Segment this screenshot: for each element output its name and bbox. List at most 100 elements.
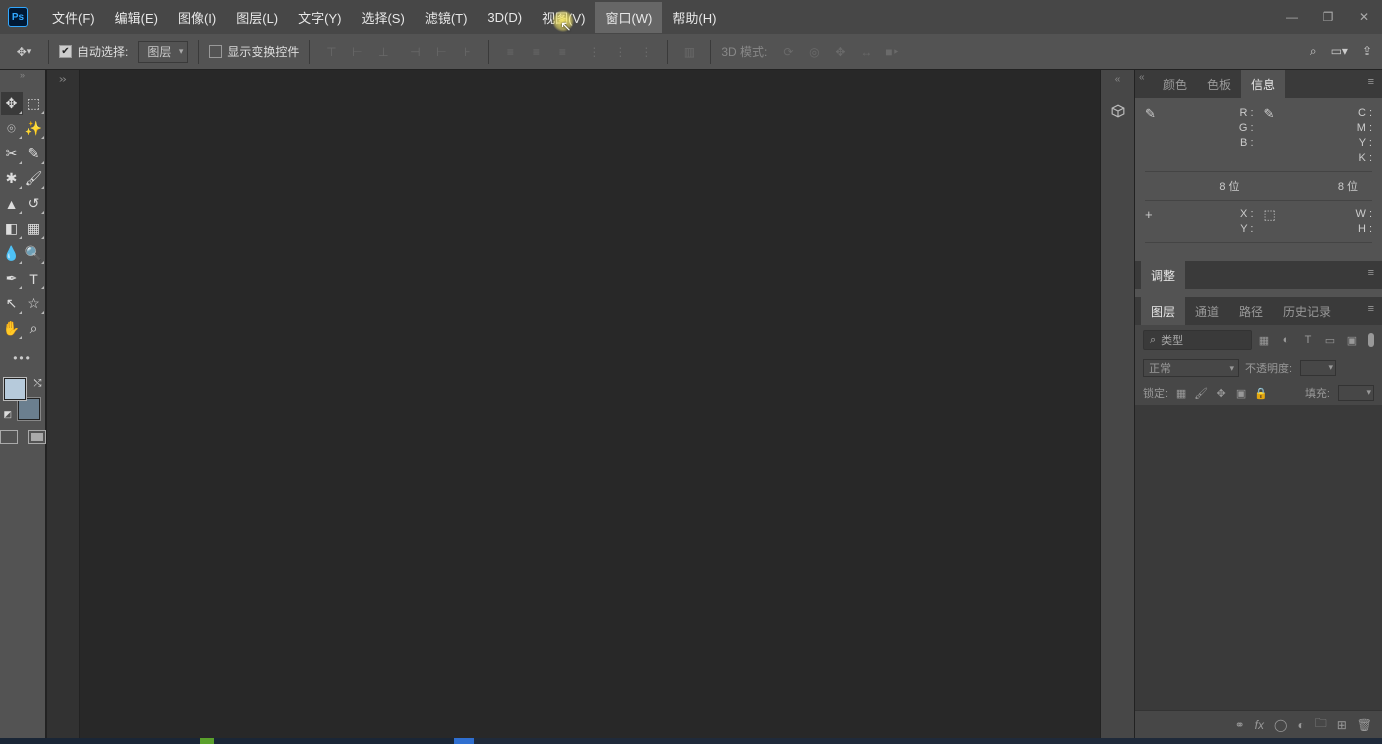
brush-tool[interactable]: 🖌 <box>23 167 45 190</box>
dist-hcenter-icon[interactable]: ⋮ <box>609 41 631 63</box>
dist-left-icon[interactable]: ⋮ <box>583 41 605 63</box>
adjustment-layer-icon[interactable]: ◐ <box>1297 718 1304 732</box>
crop-tool[interactable]: ✂ <box>1 142 23 165</box>
filter-shape-icon[interactable]: ▭ <box>1322 334 1338 347</box>
lock-position-icon[interactable]: ✥ <box>1214 387 1228 400</box>
canvas-area[interactable] <box>80 70 1100 738</box>
menu-select[interactable]: 选择(S) <box>351 2 414 33</box>
menu-layer[interactable]: 图层(L) <box>226 2 288 33</box>
3d-pan-icon[interactable]: ✥ <box>829 41 851 63</box>
magic-wand-tool[interactable]: ✨ <box>23 117 45 140</box>
eyedropper-tool[interactable]: ✎ <box>23 142 45 165</box>
filter-pixel-icon[interactable]: ▦ <box>1256 334 1272 347</box>
delete-layer-icon[interactable]: 🗑 <box>1357 718 1372 732</box>
doc-area-collapse-icon[interactable]: » <box>59 74 67 738</box>
lock-all-icon[interactable]: 🔒 <box>1254 387 1268 400</box>
3d-orbit-icon[interactable]: ⟳ <box>777 41 799 63</box>
layer-style-icon[interactable]: fx <box>1255 718 1264 732</box>
3d-panel-icon[interactable] <box>1106 99 1130 123</box>
healing-tool[interactable]: ✱ <box>1 167 23 190</box>
foreground-color-swatch[interactable] <box>4 378 26 400</box>
auto-select-target-dropdown[interactable]: 图层 <box>138 41 188 63</box>
history-brush-tool[interactable]: ↺ <box>23 192 45 215</box>
new-layer-icon[interactable]: ⊞ <box>1337 718 1347 732</box>
fill-field[interactable] <box>1338 385 1374 401</box>
tab-color[interactable]: 颜色 <box>1153 70 1197 98</box>
blur-tool[interactable]: 💧 <box>1 242 23 265</box>
tab-adjust[interactable]: 调整 <box>1141 261 1185 289</box>
marquee-tool[interactable]: ⬚ <box>23 92 45 115</box>
link-layers-icon[interactable]: ⚭ <box>1235 718 1245 732</box>
dist-vcenter-icon[interactable]: ≡ <box>525 41 547 63</box>
3d-slide-icon[interactable]: ↔ <box>855 41 877 63</box>
panel-menu-icon[interactable]: ≡ <box>1360 261 1382 289</box>
eraser-tool[interactable]: ◧ <box>1 217 23 240</box>
show-transform-checkbox[interactable]: 显示变换控件 <box>209 43 299 60</box>
dock-expand-icon[interactable]: « <box>1115 74 1121 85</box>
lock-transparent-icon[interactable]: ▦ <box>1174 387 1188 400</box>
close-button[interactable]: ✕ <box>1346 2 1382 32</box>
standard-mode-icon[interactable] <box>0 430 18 444</box>
color-swatches[interactable]: ⤭ ◩ <box>2 378 44 420</box>
dist-bottom-icon[interactable]: ≡ <box>551 41 573 63</box>
menu-help[interactable]: 帮助(H) <box>662 2 726 33</box>
swap-colors-icon[interactable]: ⤭ <box>34 378 42 389</box>
align-hcenter-icon[interactable]: ⊢ <box>430 41 452 63</box>
panel-collapse-icon[interactable]: « <box>1139 72 1145 83</box>
toolbox-collapse-icon[interactable]: » <box>0 70 45 80</box>
layers-list[interactable] <box>1135 405 1382 710</box>
align-left-icon[interactable]: ⊣ <box>404 41 426 63</box>
search-icon[interactable]: ⌕ <box>1310 44 1317 59</box>
share-icon[interactable]: ⇪ <box>1362 44 1372 59</box>
filter-adjust-icon[interactable]: ◐ <box>1278 334 1294 347</box>
align-top-icon[interactable]: ⊤ <box>320 41 342 63</box>
move-tool[interactable]: ✥ <box>1 92 23 115</box>
tab-swatches[interactable]: 色板 <box>1197 70 1241 98</box>
layer-mask-icon[interactable]: ◯ <box>1274 718 1287 732</box>
group-icon[interactable]: 🗀 <box>1315 714 1327 735</box>
menu-edit[interactable]: 编辑(E) <box>105 2 168 33</box>
tab-layers[interactable]: 图层 <box>1141 297 1185 325</box>
dist-top-icon[interactable]: ≡ <box>499 41 521 63</box>
menu-view[interactable]: 视图(V) <box>532 2 595 33</box>
dodge-tool[interactable]: 🔍 <box>23 242 45 265</box>
gradient-tool[interactable]: ▦ <box>23 217 45 240</box>
tab-history[interactable]: 历史记录 <box>1273 297 1341 325</box>
tab-info[interactable]: 信息 <box>1241 70 1285 98</box>
menu-file[interactable]: 文件(F) <box>42 2 105 33</box>
background-color-swatch[interactable] <box>18 398 40 420</box>
align-bottom-icon[interactable]: ⊥ <box>372 41 394 63</box>
os-taskbar[interactable] <box>0 738 1382 744</box>
3d-roll-icon[interactable]: ◎ <box>803 41 825 63</box>
lasso-tool[interactable]: ⌾ <box>1 117 23 140</box>
align-right-icon[interactable]: ⊦ <box>456 41 478 63</box>
stamp-tool[interactable]: ▲ <box>1 192 23 215</box>
menu-image[interactable]: 图像(I) <box>168 2 226 33</box>
layer-filter-toggle[interactable] <box>1368 333 1374 347</box>
menu-filter[interactable]: 滤镜(T) <box>415 2 478 33</box>
lock-pixels-icon[interactable]: 🖌 <box>1194 387 1208 400</box>
hand-tool[interactable]: ✋ <box>1 317 23 340</box>
auto-select-checkbox[interactable]: ✔ 自动选择: <box>59 43 128 60</box>
3d-zoom-icon[interactable]: ■‣ <box>881 41 903 63</box>
edit-toolbar-button[interactable]: ••• <box>12 348 34 368</box>
path-select-tool[interactable]: ↖ <box>1 292 23 315</box>
layer-filter-dropdown[interactable]: ⌕ 类型 <box>1143 330 1252 350</box>
auto-align-icon[interactable]: ▥ <box>678 41 700 63</box>
workspace-switcher-icon[interactable]: ▭▾ <box>1331 44 1348 59</box>
minimize-button[interactable]: — <box>1274 2 1310 32</box>
zoom-tool[interactable]: ⌕ <box>23 317 45 340</box>
tab-paths[interactable]: 路径 <box>1229 297 1273 325</box>
menu-3d[interactable]: 3D(D) <box>477 4 532 31</box>
filter-type-icon[interactable]: T <box>1300 334 1316 347</box>
opacity-field[interactable] <box>1300 360 1336 376</box>
lock-artboard-icon[interactable]: ▣ <box>1234 387 1248 400</box>
pen-tool[interactable]: ✒ <box>1 267 23 290</box>
panel-menu-icon[interactable]: ≡ <box>1360 70 1382 98</box>
tab-channels[interactable]: 通道 <box>1185 297 1229 325</box>
type-tool[interactable]: T <box>23 267 45 290</box>
restore-button[interactable]: ❐ <box>1310 2 1346 32</box>
panel-menu-icon[interactable]: ≡ <box>1360 297 1382 325</box>
blend-mode-dropdown[interactable]: 正常 <box>1143 359 1239 377</box>
dist-right-icon[interactable]: ⋮ <box>635 41 657 63</box>
